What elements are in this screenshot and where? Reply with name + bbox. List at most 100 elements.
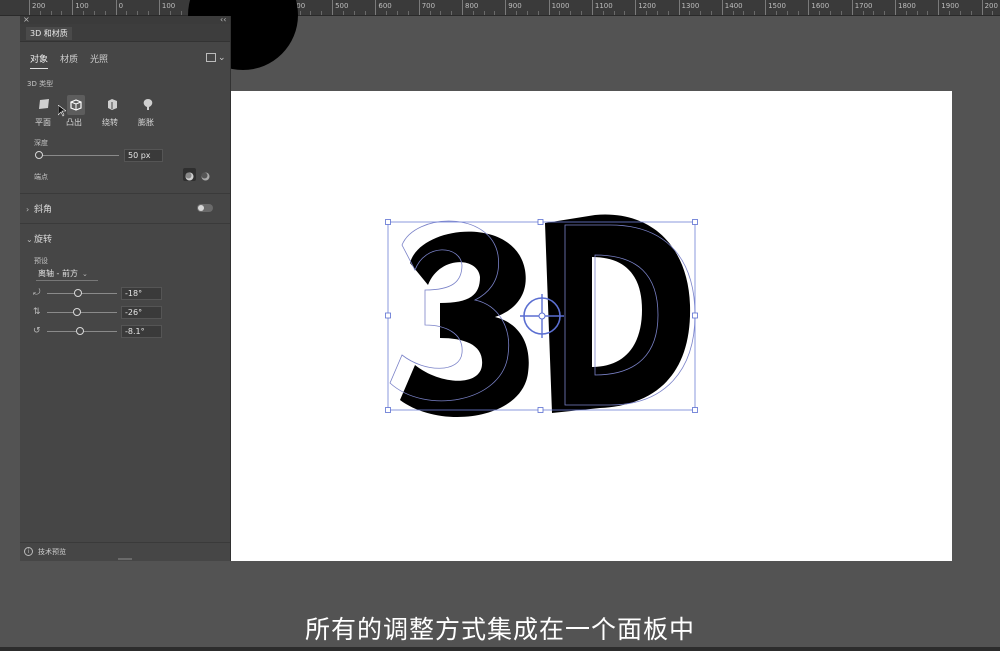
rotate-x-icon: ⤾ — [33, 288, 41, 298]
ruler-label: 600 — [378, 2, 392, 10]
cap-off-button[interactable] — [199, 168, 212, 181]
type-revolve-label: 绕转 — [102, 118, 118, 127]
ruler-minor-tick — [786, 11, 788, 15]
rotate-y-slider-knob[interactable] — [73, 308, 81, 316]
depth-slider-track[interactable] — [39, 155, 119, 156]
handle-middle-left[interactable] — [385, 312, 391, 319]
ruler-label: 800 — [465, 2, 479, 10]
handle-top-left[interactable] — [385, 219, 391, 225]
ruler-minor-tick — [754, 11, 756, 15]
info-icon[interactable]: i — [24, 547, 33, 556]
ruler-minor-tick — [353, 11, 355, 15]
ruler-minor-tick — [840, 11, 842, 15]
handle-top-center[interactable] — [537, 219, 544, 225]
ruler-major-tick — [808, 0, 810, 15]
ruler-label: 200 — [32, 2, 46, 10]
extrude-icon — [70, 99, 82, 111]
rotate-x-value-field[interactable]: -18° — [121, 287, 162, 300]
type-inflate-label: 膨胀 — [138, 118, 154, 127]
extruded-D-shape[interactable] — [545, 214, 691, 413]
ruler-major-tick — [895, 0, 896, 15]
ruler-minor-tick — [407, 11, 409, 15]
close-icon[interactable]: × — [23, 15, 30, 24]
3d-materials-panel: × ‹‹ 3D 和材质 对象 材质 光照 ⌄ 3D 类型 平面 凸出 绕转 膨胀… — [20, 15, 231, 561]
ruler-minor-tick — [397, 11, 399, 15]
render-menu-button[interactable]: ⌄ — [206, 53, 226, 63]
ruler-minor-tick — [602, 11, 604, 15]
rotate-z-slider-knob[interactable] — [76, 327, 84, 335]
inflate-icon — [143, 99, 153, 110]
tab-lighting[interactable]: 光照 — [90, 52, 108, 69]
ruler-minor-tick — [494, 11, 496, 15]
rotate-y-slider-track[interactable] — [47, 312, 117, 313]
ruler-label: 1200 — [638, 2, 657, 10]
ruler-minor-tick — [905, 11, 907, 15]
preset-label: 预设 — [34, 257, 48, 265]
horizontal-ruler[interactable]: 2001000100200300400500600700800900100011… — [0, 0, 1000, 16]
ruler-major-tick — [29, 0, 30, 15]
panel-top-bar: × ‹‹ — [20, 15, 230, 24]
ruler-minor-tick — [526, 11, 528, 15]
ruler-major-tick — [115, 0, 117, 15]
handle-top-right[interactable] — [692, 219, 698, 225]
collapse-icon[interactable]: ‹‹ — [220, 15, 226, 24]
rotate-y-value-field[interactable]: -26° — [121, 306, 162, 319]
rotate-x-slider-knob[interactable] — [74, 289, 82, 297]
tab-material[interactable]: 材质 — [60, 52, 78, 69]
ruler-label: 1500 — [768, 2, 786, 10]
ruler-minor-tick — [927, 11, 929, 15]
handle-bottom-center[interactable] — [537, 407, 544, 413]
preset-underline — [36, 280, 98, 281]
ruler-minor-tick — [624, 11, 626, 15]
ruler-minor-tick — [992, 11, 994, 15]
ruler-major-tick — [158, 0, 160, 15]
ruler-minor-tick — [472, 11, 474, 15]
ruler-major-tick — [462, 0, 463, 15]
bevel-section-header[interactable]: › 斜角 — [26, 202, 52, 215]
ruler-label: 900 — [508, 2, 522, 10]
ruler-minor-tick — [916, 11, 918, 15]
handle-bottom-left[interactable] — [385, 407, 391, 413]
revolve-icon — [108, 99, 117, 110]
ruler-minor-tick — [483, 11, 485, 15]
preset-dropdown[interactable]: 离轴 - 前方 ⌄ — [38, 268, 88, 279]
panel-title[interactable]: 3D 和材质 — [26, 27, 72, 40]
panel-footer: i 技术预览 — [20, 542, 230, 561]
ruler-label: 1800 — [898, 2, 916, 10]
bevel-toggle[interactable] — [197, 204, 213, 212]
tab-object[interactable]: 对象 — [30, 52, 49, 69]
ruler-minor-tick — [364, 11, 366, 15]
ruler-minor-tick — [516, 11, 518, 15]
3d-type-label: 3D 类型 — [27, 80, 54, 88]
extruded-3-shape[interactable] — [400, 231, 529, 418]
handle-bottom-right[interactable] — [692, 407, 698, 413]
3d-text-artwork[interactable] — [380, 205, 710, 435]
panel-resize-grip[interactable] — [118, 558, 132, 560]
rotate-z-value-field[interactable]: -8.1° — [121, 325, 162, 338]
ruler-minor-tick — [50, 11, 52, 15]
rotation-section-header[interactable]: ⌄旋转 — [26, 232, 52, 245]
rotate-x-slider-track[interactable] — [47, 293, 117, 294]
ruler-major-tick — [678, 0, 680, 15]
ruler-minor-tick — [180, 11, 182, 15]
ruler-major-tick — [938, 0, 940, 15]
ruler-minor-tick — [830, 11, 832, 15]
ruler-minor-tick — [775, 11, 777, 15]
technology-preview-label: 技术预览 — [38, 548, 66, 556]
ruler-minor-tick — [429, 11, 431, 15]
ruler-major-tick — [72, 0, 74, 15]
rotate-y-icon: ⇅ — [33, 307, 41, 317]
depth-value-field[interactable]: 50 px — [124, 149, 163, 162]
ruler-minor-tick — [93, 11, 95, 15]
ruler-label: 1000 — [551, 2, 570, 10]
ruler-minor-tick — [310, 11, 312, 15]
handle-middle-right[interactable] — [692, 312, 698, 319]
depth-label: 深度 — [34, 139, 48, 147]
ruler-label: 1300 — [681, 2, 700, 10]
ruler-minor-tick — [104, 11, 106, 15]
ruler-label: 1700 — [854, 2, 873, 10]
ruler-label: 700 — [421, 2, 436, 10]
cap-on-button[interactable] — [183, 168, 196, 181]
depth-slider-knob[interactable] — [35, 151, 43, 159]
bevel-label: 斜角 — [34, 205, 53, 215]
